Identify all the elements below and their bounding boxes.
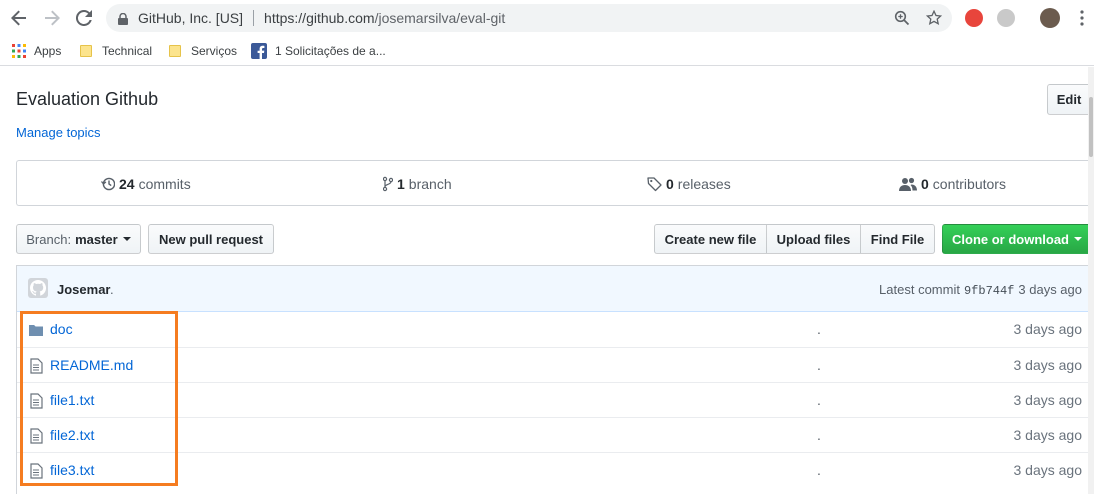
clone-label: Clone or download (952, 231, 1069, 247)
releases-label: releases (677, 176, 731, 192)
commits-count: 24 (119, 176, 135, 192)
url-host: https://github.com (264, 10, 375, 26)
github-octocat-icon (30, 280, 46, 296)
folder-icon (80, 45, 92, 57)
tag-icon (647, 177, 662, 192)
bookmark-star-icon[interactable] (925, 9, 943, 26)
page-content: Evaluation Github Manage topics Edit 24 … (0, 67, 1094, 494)
upload-files-button[interactable]: Upload files (766, 224, 861, 254)
latest-commit-label: Latest commit (879, 282, 960, 297)
bookmark-servicos[interactable]: Serviços (169, 42, 237, 60)
caret-down-icon (122, 237, 131, 241)
git-branch-icon (383, 176, 393, 192)
address-bar[interactable]: GitHub, Inc. [US] https://github.com/jos… (106, 4, 952, 32)
manage-topics-link[interactable]: Manage topics (16, 125, 101, 140)
file-commit-message[interactable]: . (817, 321, 821, 337)
url-text: https://github.com/josemarsilva/eval-git (264, 10, 505, 26)
edit-button[interactable]: Edit (1047, 84, 1091, 115)
contributors-label: contributors (932, 176, 1006, 192)
people-icon (899, 177, 917, 191)
file-commit-message[interactable]: . (817, 427, 821, 443)
bookmark-label: Apps (34, 44, 62, 58)
history-icon (101, 177, 115, 191)
commits-label: commits (138, 176, 191, 192)
branch-link[interactable]: 1 branch (383, 161, 452, 207)
page-scrollbar[interactable] (1088, 67, 1094, 494)
browser-toolbar: GitHub, Inc. [US] https://github.com/jos… (0, 0, 1094, 36)
releases-count: 0 (666, 176, 674, 192)
lock-icon (118, 12, 128, 25)
clone-or-download-button[interactable]: Clone or download (942, 224, 1092, 254)
file-age: 3 days ago (1013, 357, 1083, 373)
create-new-file-button[interactable]: Create new file (654, 224, 767, 254)
bookmark-technical[interactable]: Technical (80, 42, 152, 60)
repo-description: Evaluation Github (16, 89, 159, 109)
author-avatar[interactable] (28, 278, 48, 298)
branch-label: branch (408, 176, 452, 192)
commit-author[interactable]: Josemar (57, 282, 110, 297)
zoom-icon[interactable] (894, 10, 910, 26)
file-age: 3 days ago (1013, 427, 1083, 443)
reload-icon[interactable] (74, 8, 94, 28)
extension-hex-icon[interactable] (997, 9, 1015, 27)
branch-select-button[interactable]: Branch: master (16, 224, 141, 254)
forward-arrow-icon[interactable] (42, 8, 62, 28)
caret-down-icon (1074, 237, 1082, 241)
commit-sha[interactable]: 9fb744f (964, 284, 1014, 298)
annotation-highlight-box (20, 311, 178, 486)
commit-message[interactable]: . (110, 282, 114, 297)
latest-commit-bar: Josemar . Latest commit 9fb744f 3 days ago (17, 266, 1092, 312)
extension-red-icon[interactable] (965, 9, 983, 27)
file-commit-message[interactable]: . (817, 392, 821, 408)
commits-link[interactable]: 24 commits (101, 161, 191, 207)
bookmarks-bar: Apps Technical Serviços 1 Solicitações d… (0, 36, 1094, 66)
latest-commit-info: Latest commit 9fb744f 3 days ago (879, 282, 1082, 298)
file-age: 3 days ago (1013, 462, 1083, 478)
table-row: file1.txt . 3 days ago (17, 382, 1092, 417)
branch-prefix: Branch: (26, 231, 72, 247)
table-row: file2.txt . 3 days ago (17, 417, 1092, 452)
folder-icon (169, 45, 181, 57)
back-arrow-icon[interactable] (9, 8, 29, 28)
bookmark-label: Serviços (191, 44, 238, 58)
numbers-summary: 24 commits 1 branch 0 releases 0 contrib… (16, 160, 1091, 206)
bookmark-label: 1 Solicitações de a... (275, 44, 386, 58)
bookmark-facebook[interactable]: 1 Solicitações de a... (251, 42, 386, 60)
table-row: doc . 3 days ago (17, 312, 1092, 347)
file-age: 3 days ago (1013, 321, 1083, 337)
contributors-count: 0 (921, 176, 929, 192)
scrollbar-thumb[interactable] (1089, 97, 1093, 157)
menu-dots-icon[interactable] (1072, 8, 1092, 28)
profile-avatar-icon[interactable] (1040, 8, 1060, 28)
apps-grid-icon (12, 44, 26, 58)
contributors-link[interactable]: 0 contributors (899, 161, 1006, 207)
file-age: 3 days ago (1013, 392, 1083, 408)
commit-age: 3 days ago (1018, 282, 1082, 297)
find-file-button[interactable]: Find File (860, 224, 935, 254)
facebook-icon (251, 43, 267, 59)
bookmark-apps[interactable]: Apps (12, 42, 61, 60)
table-row: README.md . 3 days ago (17, 347, 1092, 382)
address-separator (253, 10, 255, 26)
branch-count: 1 (397, 176, 405, 192)
new-pull-request-button[interactable]: New pull request (148, 224, 274, 254)
branch-name: master (75, 231, 118, 247)
table-row: file3.txt . 3 days ago (17, 452, 1092, 487)
file-commit-message[interactable]: . (817, 357, 821, 373)
releases-link[interactable]: 0 releases (647, 161, 731, 207)
file-commit-message[interactable]: . (817, 462, 821, 478)
site-identity: GitHub, Inc. [US] (138, 10, 244, 26)
bookmark-label: Technical (102, 44, 153, 58)
url-path: /josemarsilva/eval-git (374, 10, 506, 26)
